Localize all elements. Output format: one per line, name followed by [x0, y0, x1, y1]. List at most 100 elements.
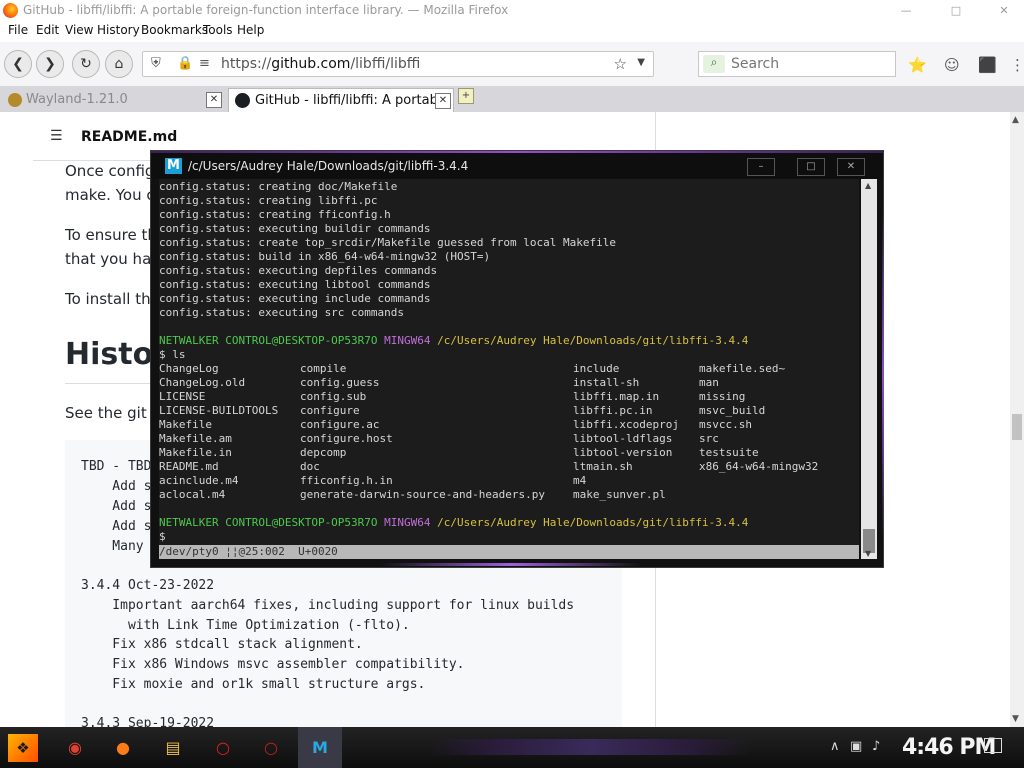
tab-github[interactable]: GitHub - libffi/libffi: A portabl ✕	[228, 88, 454, 112]
volume-icon[interactable]: ♪	[872, 739, 880, 754]
clock[interactable]: 4:46 PM	[902, 735, 996, 760]
search-bar[interactable]: ⌕	[698, 51, 896, 77]
start-button[interactable]: ❖	[8, 734, 38, 762]
scroll-thumb[interactable]	[1012, 414, 1022, 440]
paragraph-text: that you hav	[65, 250, 161, 268]
maximize-button[interactable]: □	[936, 1, 976, 21]
msys2-icon: M	[165, 158, 182, 174]
ls-entry: ltmain.sh	[573, 460, 633, 473]
home-button[interactable]: ⌂	[105, 50, 133, 78]
terminal-screen[interactable]: config.status: creating doc/Makefile con…	[159, 179, 859, 549]
lock-icon[interactable]: 🔒	[177, 56, 193, 71]
terminal-line: config.status: executing src commands	[159, 306, 405, 319]
tab-wayland[interactable]: Wayland-1.21.0 ✕	[0, 88, 226, 112]
close-button[interactable]: ✕	[984, 1, 1024, 21]
url-dropdown-icon[interactable]: ▼	[637, 57, 645, 68]
terminal-line: config.status: executing libtool command…	[159, 278, 431, 291]
ls-entry: compile	[300, 362, 347, 375]
taskbar: ❖ ◉ ● ▤ ○ ○ M ∧ ▣ ♪ 4:46 PM	[0, 727, 1024, 768]
readme-title: README.md	[81, 129, 178, 145]
pocket-icon[interactable]: ⭐	[908, 56, 927, 74]
firefox-icon[interactable]: ●	[108, 733, 138, 763]
ls-entry: configure.ac	[300, 418, 380, 431]
overflow-menu-icon[interactable]: ⋮	[1010, 56, 1024, 74]
tab-bar: Wayland-1.21.0 ✕ GitHub - libffi/libffi:…	[0, 86, 1024, 112]
page-scrollbar[interactable]: ▲ ▼	[1010, 112, 1024, 727]
bookmark-star-icon[interactable]: ☆	[614, 55, 627, 73]
tab-close-icon[interactable]: ✕	[206, 92, 222, 108]
window-title: GitHub - libffi/libffi: A portable forei…	[23, 3, 509, 17]
ls-entry: ChangeLog	[159, 362, 219, 375]
github-favicon-icon	[235, 93, 250, 108]
menu-edit[interactable]: Edit	[36, 23, 59, 37]
reload-button[interactable]: ↻	[72, 50, 100, 78]
back-button[interactable]: ❮	[4, 50, 32, 78]
search-input[interactable]	[731, 55, 881, 73]
scroll-down-icon[interactable]: ▼	[865, 549, 871, 558]
code-line: Fix x86 Windows msvc assembler compatibi…	[81, 657, 465, 672]
ls-entry: config.sub	[300, 390, 367, 403]
menu-bookmarks[interactable]: Bookmarks	[141, 23, 208, 37]
paragraph-text: Once config	[65, 162, 155, 180]
terminal-scrollbar[interactable]: ▲ ▼	[861, 179, 877, 559]
notification-icon[interactable]	[984, 738, 1002, 753]
scroll-down-icon[interactable]: ▼	[1012, 714, 1019, 724]
extensions-icon[interactable]: ⬛	[978, 56, 997, 74]
ls-entry: m4	[573, 474, 587, 487]
minimize-button[interactable]: —	[886, 1, 926, 21]
file-explorer-icon[interactable]: ▤	[158, 733, 188, 763]
list-icon[interactable]: ☰	[50, 128, 63, 144]
chrome-icon[interactable]: ◉	[60, 733, 90, 763]
menu-file[interactable]: File	[8, 23, 28, 37]
scroll-up-icon[interactable]: ▲	[865, 181, 871, 190]
paragraph-text: To install the	[65, 290, 160, 308]
terminal-window[interactable]: M /c/Users/Audrey Hale/Downloads/git/lib…	[150, 150, 884, 568]
tray-chevron-icon[interactable]: ∧	[830, 739, 840, 754]
terminal-status-bar: /dev/pty0 ¦¦@25:002 U+0020	[159, 545, 859, 559]
menu-history[interactable]: History	[97, 23, 140, 37]
network-icon[interactable]: ▣	[850, 739, 862, 754]
ls-entry: libtool-ldflags	[573, 432, 673, 445]
forward-button[interactable]: ❯	[36, 50, 64, 78]
code-line: Add s	[81, 499, 152, 514]
menu-view[interactable]: View	[65, 23, 93, 37]
new-tab-icon[interactable]: +	[458, 88, 474, 104]
ls-entry: Makefile.am	[159, 432, 232, 445]
account-icon[interactable]: ☺	[944, 56, 960, 74]
ls-entry: libffi.xcodeproj	[573, 418, 679, 431]
paragraph-text: To ensure th	[65, 226, 157, 244]
msys2-terminal-icon[interactable]: M	[305, 733, 335, 763]
shield-icon[interactable]: ⛨	[151, 56, 161, 71]
ls-entry: depcomp	[300, 446, 347, 459]
opera-icon[interactable]: ○	[208, 733, 238, 763]
terminal-maximize-button[interactable]: □	[797, 158, 825, 176]
menu-tools[interactable]: Tools	[203, 23, 233, 37]
nav-toolbar: ❮ ❯ ↻ ⌂ ⛨ 🔒 ≡ https://github.com/libffi/…	[0, 42, 1024, 86]
opera-gx-icon[interactable]: ○	[256, 733, 286, 763]
tab-close-icon[interactable]: ✕	[435, 93, 451, 109]
ls-entry: libffi.map.in	[573, 390, 660, 403]
search-engine-icon[interactable]: ⌕	[703, 55, 725, 73]
ls-entry: generate-darwin-source-and-headers.py	[300, 488, 546, 501]
permissions-icon[interactable]: ≡	[199, 56, 210, 71]
scroll-up-icon[interactable]: ▲	[1012, 115, 1019, 125]
terminal-line: config.status: executing buildir command…	[159, 222, 431, 235]
ls-entry: acinclude.m4	[159, 474, 239, 487]
ls-entry: configure.host	[300, 432, 393, 445]
terminal-close-button[interactable]: ✕	[837, 158, 865, 176]
ls-entry: make_sunver.pl	[573, 488, 666, 501]
terminal-minimize-button[interactable]: –	[747, 158, 775, 176]
code-line: Fix x86 stdcall stack alignment.	[81, 637, 363, 652]
ls-entry: README.md	[159, 460, 219, 473]
url-bar[interactable]: ⛨ 🔒 ≡ https://github.com/libffi/libffi ☆…	[142, 51, 654, 77]
menu-help[interactable]: Help	[237, 23, 264, 37]
code-line: Many	[81, 539, 144, 554]
code-line: Fix moxie and or1k small structure args.	[81, 677, 426, 692]
ls-entry: LICENSE-BUILDTOOLS	[159, 404, 279, 417]
terminal-titlebar: M /c/Users/Audrey Hale/Downloads/git/lib…	[151, 153, 883, 179]
ls-entry: testsuite	[699, 446, 759, 459]
ls-entry: ChangeLog.old	[159, 376, 246, 389]
terminal-line: config.status: creating fficonfig.h	[159, 208, 391, 221]
url-text[interactable]: https://github.com/libffi/libffi	[221, 56, 420, 72]
cursor-prompt: $	[159, 530, 166, 543]
